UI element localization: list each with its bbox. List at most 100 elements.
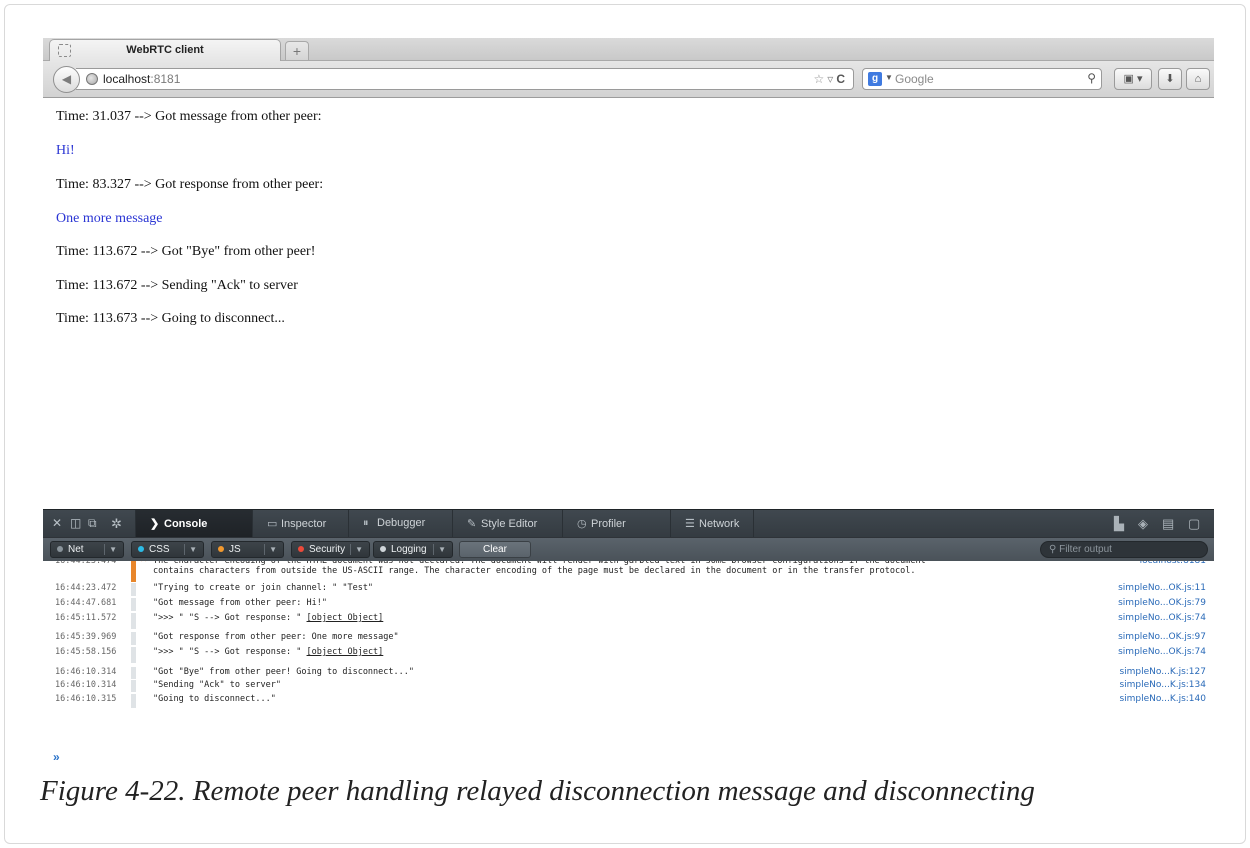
object-link[interactable]: [object Object] xyxy=(307,613,384,623)
log-marker xyxy=(131,680,136,692)
settings-gear-icon[interactable]: ✲ xyxy=(111,516,122,532)
home-button[interactable]: ⌂ xyxy=(1186,68,1210,90)
entry-source-link[interactable]: simpleNo...OK.js:79 xyxy=(1118,598,1206,608)
entry-message-text: "Got response from other peer: One more … xyxy=(153,632,399,642)
entry-message-text: ">>> " "S --> Got response: " xyxy=(153,647,307,657)
console-output: » 16:44:23.474 ✕ The character encoding of… xyxy=(43,561,1214,765)
tab-network-label: Network xyxy=(699,518,740,530)
entry-timestamp: 16:44:47.681 xyxy=(55,598,117,608)
entry-source-link[interactable]: simpleNo...OK.js:97 xyxy=(1118,632,1206,642)
navigation-toolbar: localhost:8181 ☆▿C ◀ g ▼ Google ⚲ ▣ ▾ ⬇ … xyxy=(43,61,1214,98)
bookmark-star-icon[interactable]: ☆ xyxy=(814,72,828,86)
entry-source-link[interactable]: simpleNo...OK.js:74 xyxy=(1118,613,1206,623)
log-marker xyxy=(131,613,136,629)
filter-js-button[interactable]: JS ▼ xyxy=(211,541,284,558)
security-dot-icon xyxy=(298,546,304,552)
entry-message-text: contains characters from outside the US-… xyxy=(153,566,916,576)
bookmarks-icon: ▣ ▾ xyxy=(1123,73,1143,85)
entry-source-link[interactable]: simpleNo...K.js:140 xyxy=(1119,694,1206,704)
console-chevron-icon: ❯ xyxy=(150,518,160,530)
url-text: localhost:8181 xyxy=(103,72,180,86)
search-bar[interactable]: g ▼ Google ⚲ xyxy=(862,68,1102,90)
entry-message: The character encoding of the HTML docum… xyxy=(153,561,926,576)
filter-logging-button[interactable]: Logging ▼ xyxy=(373,541,453,558)
search-engine-name: Google xyxy=(895,72,934,86)
close-devtools-icon[interactable]: ✕ xyxy=(52,516,62,530)
tab-console-label: Console xyxy=(164,518,208,530)
tab-debugger-label: Debugger xyxy=(377,517,426,529)
filter-output-placeholder: Filter output xyxy=(1059,544,1112,555)
tab-inspector-label: Inspector xyxy=(281,518,327,530)
console-filter-bar: Net ▼ CSS ▼ JS ▼ Security ▼ Logging ▼ Clear ⚲… xyxy=(43,537,1214,561)
clear-button[interactable]: Clear xyxy=(459,541,531,558)
downloads-button[interactable]: ⬇ xyxy=(1158,68,1182,90)
entry-timestamp: 16:45:39.969 xyxy=(55,632,117,642)
tab-inspector[interactable]: ▭ Inspector xyxy=(252,510,348,538)
profiler-clock-icon: ◷ xyxy=(577,518,587,530)
tab-title: WebRTC client xyxy=(126,44,204,56)
style-editor-pencil-icon: ✎ xyxy=(467,518,477,530)
entry-source-link[interactable]: simpleNo...OK.js:74 xyxy=(1118,647,1206,657)
scratchpad-icon[interactable]: ▤ xyxy=(1162,516,1174,532)
filter-output-input[interactable]: ⚲ Filter output xyxy=(1040,541,1208,558)
entry-message-text: "Got message from other peer: Hi!" xyxy=(153,598,327,608)
filter-security-label: Security xyxy=(309,544,346,555)
entry-source-link[interactable]: simpleNo...K.js:127 xyxy=(1119,667,1206,677)
back-button[interactable]: ◀ xyxy=(53,66,80,93)
tab-style-editor[interactable]: ✎ Style Editor xyxy=(452,510,562,538)
entry-message: "Going to disconnect..." xyxy=(153,694,276,704)
filter-net-button[interactable]: Net ▼ xyxy=(50,541,124,558)
warning-marker xyxy=(131,561,136,582)
paint-flashing-icon[interactable]: ▙ xyxy=(1114,516,1124,532)
chevron-down-icon: ▼ xyxy=(269,545,277,554)
peer-message-text: Hi! xyxy=(56,143,75,158)
bookmarks-menu-button[interactable]: ▣ ▾ xyxy=(1114,68,1152,90)
dock-side-icon[interactable]: ◫ xyxy=(70,516,81,530)
log-marker xyxy=(131,598,136,611)
tab-profiler-label: Profiler xyxy=(591,518,626,530)
log-line: Time: 113.672 --> Sending "Ack" to serve… xyxy=(56,278,298,293)
entry-source-link[interactable]: localhost:8181 xyxy=(1140,561,1206,566)
globe-icon xyxy=(86,73,98,85)
tab-debugger[interactable]: ⏸ Debugger xyxy=(348,510,452,538)
filter-security-button[interactable]: Security ▼ xyxy=(291,541,370,558)
log-line: Time: 113.672 --> Got "Bye" from other p… xyxy=(56,244,316,259)
filter-search-icon: ⚲ xyxy=(1049,544,1060,555)
search-icon[interactable]: ⚲ xyxy=(1087,71,1096,85)
tab-console[interactable]: ❯ Console xyxy=(135,510,252,538)
history-dropdown-icon[interactable]: ▿ xyxy=(827,72,836,86)
3d-view-icon[interactable]: ◈ xyxy=(1138,516,1148,532)
page-content: Time: 31.037 --> Got message from other … xyxy=(43,99,1214,509)
devtools-panel: ✕ ◫ ⧉ ✲ ❯ Console ▭ Inspector ⏸ Debugger ✎ S… xyxy=(43,509,1214,765)
console-prompt-icon[interactable]: » xyxy=(53,750,60,764)
google-engine-icon[interactable]: g xyxy=(868,72,882,86)
chevron-down-icon: ▼ xyxy=(109,545,117,554)
peer-message-text: One more message xyxy=(56,211,163,226)
engine-dropdown-icon[interactable]: ▼ xyxy=(885,73,893,82)
entry-timestamp: 16:46:10.314 xyxy=(55,667,117,677)
responsive-mode-icon[interactable]: ▢ xyxy=(1188,516,1200,532)
undock-icon[interactable]: ⧉ xyxy=(88,516,97,531)
css-dot-icon xyxy=(138,546,144,552)
reload-icon[interactable]: C xyxy=(836,72,845,86)
inspector-icon: ▭ xyxy=(267,518,278,530)
tab-network[interactable]: ☰ Network xyxy=(670,510,754,538)
filter-logging-label: Logging xyxy=(391,544,427,555)
warning-icon: ✕ xyxy=(140,561,148,565)
entry-source-link[interactable]: simpleNo...OK.js:11 xyxy=(1118,583,1206,593)
new-tab-button[interactable]: + xyxy=(285,41,309,60)
object-link[interactable]: [object Object] xyxy=(307,647,384,657)
entry-message: ">>> " "S --> Got response: " [object Ob… xyxy=(153,647,383,657)
filter-net-label: Net xyxy=(68,544,84,555)
tab-profiler[interactable]: ◷ Profiler xyxy=(562,510,670,538)
url-bar-icons: ☆▿C xyxy=(814,72,845,86)
tab-webrtc-client[interactable]: WebRTC client xyxy=(49,39,281,61)
log-line: Time: 31.037 --> Got message from other … xyxy=(56,109,322,124)
url-port: :8181 xyxy=(150,72,181,86)
network-lines-icon: ☰ xyxy=(685,518,695,530)
filter-css-button[interactable]: CSS ▼ xyxy=(131,541,204,558)
url-bar[interactable]: localhost:8181 ☆▿C xyxy=(76,68,854,90)
entry-message-text: ">>> " "S --> Got response: " xyxy=(153,613,307,623)
logging-dot-icon xyxy=(380,546,386,552)
entry-source-link[interactable]: simpleNo...K.js:134 xyxy=(1119,680,1206,690)
